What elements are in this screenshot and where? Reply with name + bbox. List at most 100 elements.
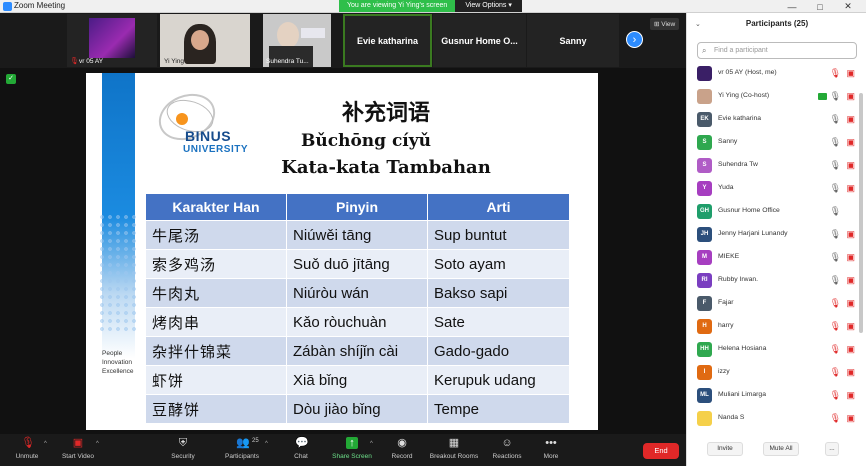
table-row: 牛尾汤 Niúwěi tāng Sup buntut bbox=[145, 220, 570, 250]
video-off-icon[interactable]: ▣ bbox=[846, 68, 855, 79]
participant-row[interactable]: EK Evie katharina 🎙 ▣ bbox=[687, 109, 859, 131]
avatar: JH bbox=[697, 227, 712, 242]
chevron-up-icon[interactable]: ^ bbox=[370, 441, 373, 447]
participant-row[interactable]: F Fajar 🎙 ▣ bbox=[687, 293, 859, 315]
mic-icon[interactable]: 🎙 bbox=[830, 137, 841, 148]
window-title: Zoom Meeting bbox=[14, 1, 66, 10]
tagline-line: Innovation bbox=[102, 359, 132, 366]
participant-row[interactable]: GH Gusnur Home Office 🎙 bbox=[687, 201, 859, 223]
reactions-icon: ☺ bbox=[501, 437, 513, 449]
tagline-line: People bbox=[102, 350, 123, 357]
participant-name: Yi Ying (Co-host) bbox=[718, 92, 770, 99]
close-button[interactable]: ✕ bbox=[834, 0, 862, 13]
mic-icon[interactable]: 🎙 bbox=[830, 206, 841, 217]
reactions-button[interactable]: ☺ Reactions bbox=[490, 437, 524, 460]
breakout-rooms-button[interactable]: ▦ Breakout Rooms bbox=[426, 437, 482, 460]
video-tile-evie[interactable]: Evie katharina bbox=[343, 14, 432, 67]
next-page-arrow-icon[interactable]: › bbox=[626, 31, 643, 48]
participant-name: Evie katharina bbox=[718, 115, 762, 122]
participant-name: Fajar bbox=[718, 299, 734, 306]
video-off-icon[interactable]: ▣ bbox=[846, 137, 855, 148]
cell-pinyin: Dòu jiào bǐng bbox=[286, 394, 428, 424]
mic-icon[interactable]: 🎙 bbox=[830, 275, 841, 286]
video-off-icon[interactable]: ▣ bbox=[846, 413, 855, 424]
video-off-icon[interactable]: ▣ bbox=[846, 321, 855, 332]
participant-row[interactable]: Nanda S 🎙 ▣ bbox=[687, 408, 859, 430]
more-button[interactable]: ••• More bbox=[537, 437, 565, 460]
end-meeting-button[interactable]: End bbox=[643, 443, 679, 459]
security-button[interactable]: ⛨ Security bbox=[165, 437, 201, 460]
video-tile-gusnur[interactable]: Gusnur Home O... bbox=[433, 14, 526, 67]
video-off-icon[interactable]: ▣ bbox=[846, 160, 855, 171]
participant-row[interactable]: Yi Ying (Co-host) 🎙 ▣ bbox=[687, 86, 859, 108]
participant-name: Helena Hosiana bbox=[718, 345, 767, 352]
unmute-button[interactable]: 🎙 Unmute bbox=[10, 437, 44, 460]
mic-icon[interactable]: 🎙 bbox=[830, 229, 841, 240]
mic-icon[interactable]: 🎙 bbox=[830, 114, 841, 125]
mic-icon[interactable]: 🎙 bbox=[830, 252, 841, 263]
mic-muted-icon[interactable]: 🎙 bbox=[830, 344, 841, 355]
video-off-icon[interactable]: ▣ bbox=[846, 367, 855, 378]
avatar: S bbox=[697, 158, 712, 173]
participant-list-scrollbar[interactable] bbox=[859, 93, 863, 333]
start-video-button[interactable]: ▣ Start Video bbox=[58, 437, 98, 460]
video-off-icon[interactable]: ▣ bbox=[846, 252, 855, 263]
participant-row[interactable]: S Sanny 🎙 ▣ bbox=[687, 132, 859, 154]
chevron-up-icon[interactable]: ^ bbox=[44, 441, 47, 447]
mic-icon[interactable]: 🎙 bbox=[830, 183, 841, 194]
participant-row[interactable]: vr 05 AY (Host, me) 🎙 ▣ bbox=[687, 63, 859, 85]
participant-row[interactable]: Y Yuda 🎙 ▣ bbox=[687, 178, 859, 200]
video-tile-yi-ying[interactable]: Yi Ying bbox=[160, 14, 250, 67]
mic-icon[interactable]: 🎙 bbox=[830, 160, 841, 171]
video-off-icon[interactable]: ▣ bbox=[846, 344, 855, 355]
video-off-icon[interactable]: ▣ bbox=[846, 275, 855, 286]
participant-search-input[interactable]: ⌕ Find a participant bbox=[697, 42, 857, 59]
participant-row[interactable]: Iizzy 🎙 ▣ bbox=[687, 362, 859, 384]
mic-muted-icon[interactable]: 🎙 bbox=[830, 321, 841, 332]
table-row: 牛肉丸 Niúròu wán Bakso sapi bbox=[145, 278, 570, 308]
participant-row[interactable]: M MIEKE 🎙 ▣ bbox=[687, 247, 859, 269]
participant-row[interactable]: JH Jenny Harjani Lunandy 🎙 ▣ bbox=[687, 224, 859, 246]
slide-title-pinyin: Bǔchōng cíyǔ bbox=[301, 131, 431, 151]
chevron-up-icon[interactable]: ^ bbox=[265, 441, 268, 447]
mic-muted-icon[interactable]: 🎙 bbox=[830, 413, 841, 424]
video-tile-vr05ay[interactable]: 🎙 vr 05 AY bbox=[67, 14, 157, 67]
video-off-icon[interactable]: ▣ bbox=[846, 91, 855, 102]
mic-muted-icon[interactable]: 🎙 bbox=[830, 68, 841, 79]
view-options-button[interactable]: View Options ▾ bbox=[455, 0, 522, 12]
cell-arti: Soto ayam bbox=[427, 249, 570, 279]
tile-name: Evie katharina bbox=[356, 35, 419, 46]
participant-row[interactable]: ML Muliani Limarga 🎙 ▣ bbox=[687, 385, 859, 407]
participant-row[interactable]: Hharry 🎙 ▣ bbox=[687, 316, 859, 338]
screen-share-banner: You are viewing Yi Ying's screen View Op… bbox=[339, 0, 522, 12]
cell-arti: Tempe bbox=[427, 394, 570, 424]
mic-muted-icon[interactable]: 🎙 bbox=[830, 390, 841, 401]
participants-count: 25 bbox=[252, 438, 259, 444]
record-button[interactable]: ◉ Record bbox=[387, 437, 417, 460]
participant-row[interactable]: RI Rubby Irwan. 🎙 ▣ bbox=[687, 270, 859, 292]
mute-all-button[interactable]: Mute All bbox=[763, 442, 799, 456]
mic-muted-icon[interactable]: 🎙 bbox=[830, 298, 841, 309]
video-off-icon[interactable]: ▣ bbox=[846, 114, 855, 125]
video-off-icon[interactable]: ▣ bbox=[846, 229, 855, 240]
invite-button[interactable]: Invite bbox=[707, 442, 743, 456]
more-options-button[interactable]: ... bbox=[825, 442, 839, 456]
participant-row[interactable]: HH Helena Hosiana 🎙 ▣ bbox=[687, 339, 859, 361]
chat-button[interactable]: 💬 Chat bbox=[287, 437, 315, 460]
share-screen-button[interactable]: ↑ Share Screen bbox=[330, 437, 374, 460]
security-shield-icon[interactable]: ✓ bbox=[6, 74, 16, 84]
view-layout-button[interactable]: ⊞ View bbox=[650, 18, 680, 30]
video-off-icon[interactable]: ▣ bbox=[846, 183, 855, 194]
video-tile-sanny[interactable]: Sanny bbox=[527, 14, 619, 67]
video-off-icon[interactable]: ▣ bbox=[846, 390, 855, 401]
mic-muted-icon[interactable]: 🎙 bbox=[830, 367, 841, 378]
person-face bbox=[277, 22, 299, 48]
video-off-icon[interactable]: ▣ bbox=[846, 298, 855, 309]
video-tile-suhendra[interactable]: Suhendra Tu... bbox=[263, 14, 331, 67]
mic-icon[interactable]: 🎙 bbox=[830, 91, 841, 102]
maximize-button[interactable]: □ bbox=[806, 0, 834, 13]
participant-row[interactable]: S Suhendra Tw 🎙 ▣ bbox=[687, 155, 859, 177]
logo-dot bbox=[176, 113, 188, 125]
chevron-up-icon[interactable]: ^ bbox=[96, 441, 99, 447]
minimize-button[interactable]: — bbox=[778, 0, 806, 13]
